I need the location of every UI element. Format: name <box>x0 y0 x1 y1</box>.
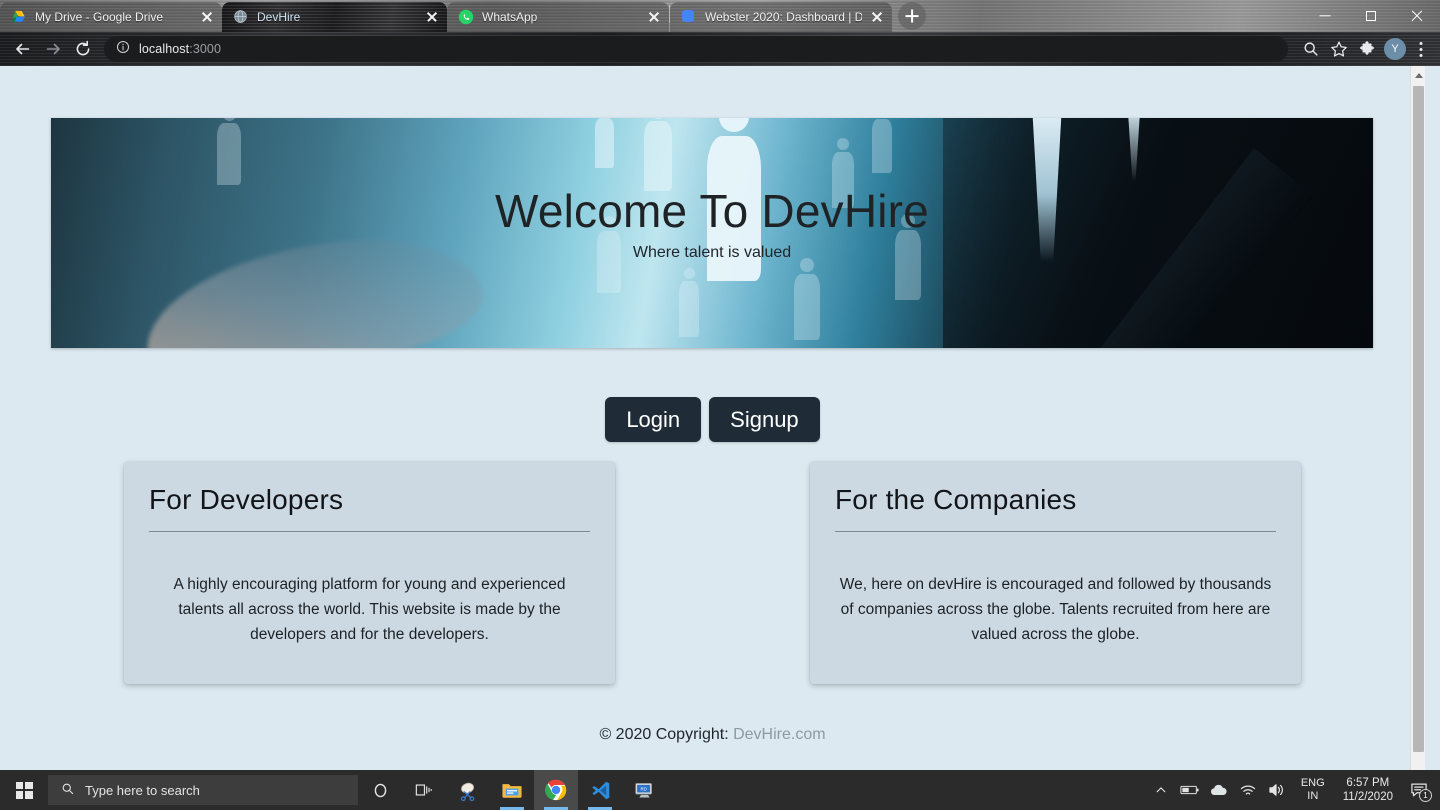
whatsapp-icon <box>458 9 474 25</box>
google-drive-icon <box>11 9 27 25</box>
card-body: We, here on devHire is encouraged and fo… <box>839 576 1272 643</box>
browser-tab-webster[interactable]: Webster 2020: Dashboard | Devf <box>670 2 892 32</box>
system-tray: ENG IN 6:57 PM 11/2/2020 1 <box>1151 770 1440 810</box>
page-subtitle: Where talent is valued <box>632 244 792 261</box>
browser-tab-my-drive[interactable]: My Drive - Google Drive <box>0 2 222 32</box>
card-divider <box>149 531 590 532</box>
page-viewport: Welcome To DevHire Where talent is value… <box>0 66 1440 770</box>
tab-close-icon[interactable] <box>200 10 214 24</box>
task-view-button[interactable] <box>402 770 446 810</box>
notifications-button[interactable]: 1 <box>1406 770 1432 810</box>
card-title: For Developers <box>149 484 344 515</box>
windows-taskbar: Type here to search RD ENG IN 6:57 PM 11… <box>0 770 1440 810</box>
footer: © 2020 Copyright: DevHire.com <box>0 726 1425 744</box>
card-for-developers: For Developers A highly encouraging plat… <box>124 462 615 684</box>
search-icon[interactable] <box>1298 36 1324 62</box>
clock-date: 11/2/2020 <box>1342 791 1393 803</box>
tab-strip: My Drive - Google Drive DevHire WhatsApp… <box>0 0 1440 32</box>
card-for-companies: For the Companies We, here on devHire is… <box>810 462 1301 684</box>
clock[interactable]: 6:57 PM 11/2/2020 <box>1339 776 1397 804</box>
tab-close-icon[interactable] <box>870 10 884 24</box>
url-port: :3000 <box>189 42 222 56</box>
cortana-button[interactable] <box>358 770 402 810</box>
tab-title: Webster 2020: Dashboard | Devf <box>705 10 862 24</box>
page-title: Welcome To DevHire <box>495 185 929 237</box>
search-placeholder-text: Type here to search <box>85 782 200 798</box>
screen: My Drive - Google Drive DevHire WhatsApp… <box>0 0 1440 810</box>
minimize-button[interactable] <box>1302 0 1348 32</box>
new-tab-button[interactable] <box>898 2 926 30</box>
auth-buttons: Login Signup <box>0 397 1425 443</box>
vscode-button[interactable] <box>578 770 622 810</box>
devhire-landing-page: Welcome To DevHire Where talent is value… <box>0 66 1425 770</box>
start-button[interactable] <box>0 770 48 810</box>
hero-banner: Welcome To DevHire Where talent is value… <box>51 118 1373 348</box>
remote-desktop-button[interactable]: RD <box>622 770 666 810</box>
card-body: A highly encouraging platform for young … <box>173 576 566 643</box>
copyright-text: © 2020 Copyright: <box>599 726 734 743</box>
tab-close-icon[interactable] <box>647 10 661 24</box>
language-region: IN <box>1307 790 1319 802</box>
maximize-button[interactable] <box>1348 0 1394 32</box>
browser-tab-devhire[interactable]: DevHire <box>222 2 447 32</box>
tab-title: DevHire <box>257 10 301 24</box>
clock-time: 6:57 PM <box>1346 777 1390 789</box>
cloud-icon[interactable] <box>1209 780 1229 800</box>
blue-square-icon <box>681 9 697 25</box>
wifi-icon[interactable] <box>1238 780 1258 800</box>
windows-logo-icon <box>15 781 33 799</box>
kebab-menu-icon[interactable] <box>1410 36 1432 62</box>
chrome-button[interactable] <box>534 770 578 810</box>
url-host: localhost <box>139 42 190 56</box>
back-button[interactable] <box>8 34 38 64</box>
svg-text:RD: RD <box>640 786 646 791</box>
battery-icon[interactable] <box>1180 780 1200 800</box>
star-icon[interactable] <box>1326 36 1352 62</box>
file-explorer-button[interactable] <box>490 770 534 810</box>
puzzle-icon[interactable] <box>1354 36 1380 62</box>
notification-badge: 1 <box>1419 789 1432 802</box>
browser-tab-whatsapp[interactable]: WhatsApp <box>447 2 669 32</box>
forward-button[interactable] <box>38 34 68 64</box>
tab-title: My Drive - Google Drive <box>35 10 164 24</box>
browser-toolbar: localhost:3000 Y <box>0 32 1440 66</box>
signup-button[interactable]: Signup <box>709 397 820 443</box>
url-text: localhost:3000 <box>139 42 221 56</box>
speaker-icon[interactable] <box>1267 780 1287 800</box>
card-title: For the Companies <box>835 484 1077 515</box>
window-controls <box>1302 0 1440 32</box>
globe-icon <box>233 9 249 25</box>
taskbar-search-box[interactable]: Type here to search <box>48 775 358 805</box>
tabstrip-drag-area <box>926 0 1302 32</box>
login-button[interactable]: Login <box>605 397 702 443</box>
scroll-up-arrow-icon[interactable] <box>1411 66 1426 83</box>
snipping-tool-button[interactable] <box>446 770 490 810</box>
tab-title: WhatsApp <box>482 10 538 24</box>
info-cards: For Developers A highly encouraging plat… <box>0 462 1425 684</box>
search-icon <box>61 782 75 799</box>
input-language-indicator[interactable]: ENG IN <box>1296 777 1330 803</box>
chrome-browser-window: My Drive - Google Drive DevHire WhatsApp… <box>0 0 1440 770</box>
chevron-up-icon[interactable] <box>1151 780 1171 800</box>
card-divider <box>835 531 1276 532</box>
site-info-icon[interactable] <box>116 40 130 59</box>
reload-button[interactable] <box>68 34 98 64</box>
footer-brand-link[interactable]: DevHire.com <box>733 726 825 743</box>
page-scrollbar[interactable] <box>1410 66 1425 770</box>
tab-close-icon[interactable] <box>425 10 439 24</box>
profile-avatar[interactable]: Y <box>1384 38 1406 60</box>
close-button[interactable] <box>1394 0 1440 32</box>
address-bar[interactable]: localhost:3000 <box>104 36 1288 62</box>
scrollbar-thumb[interactable] <box>1413 86 1424 752</box>
language-code: ENG <box>1300 777 1325 789</box>
